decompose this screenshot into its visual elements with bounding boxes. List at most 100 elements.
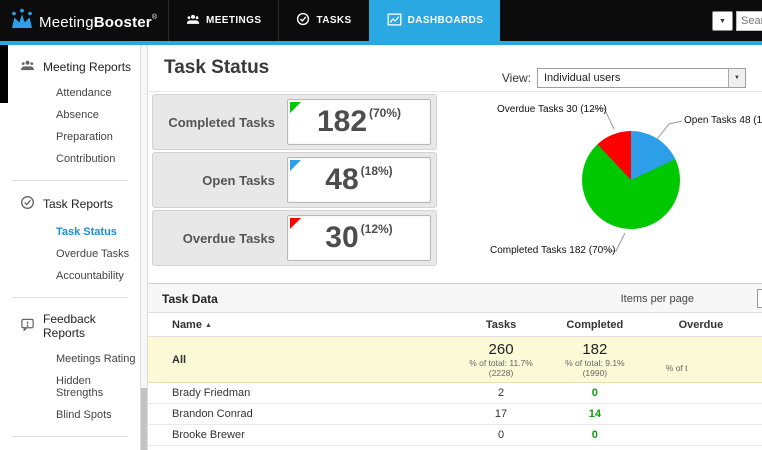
dropdown-arrow-icon: ▼ bbox=[719, 18, 726, 25]
people-icon bbox=[20, 59, 35, 74]
items-per-page-label: Items per page bbox=[621, 293, 694, 305]
tab-meetings-label: MEETINGS bbox=[206, 15, 261, 26]
stat-pct: (12%) bbox=[361, 222, 393, 236]
stat-value-box: 48 (18%) bbox=[287, 157, 431, 203]
page-header: Task Status View: Individual users ▼ bbox=[148, 45, 762, 92]
row-tasks: 17 bbox=[452, 408, 550, 420]
items-per-page-select[interactable] bbox=[757, 289, 762, 308]
crown-logo-icon bbox=[10, 8, 34, 37]
sidebar-section-feedback-reports: Feedback Reports bbox=[0, 312, 140, 340]
dropdown-arrow-icon: ▼ bbox=[728, 69, 745, 87]
view-label: View: bbox=[502, 71, 531, 85]
stat-value: 182 bbox=[317, 107, 367, 137]
stat-value-box: 30 (12%) bbox=[287, 215, 431, 261]
tab-tasks[interactable]: TASKS bbox=[278, 0, 368, 41]
sidebar-item-preparation[interactable]: Preparation bbox=[0, 126, 140, 148]
table-row[interactable]: Brady Friedman 2 0 bbox=[148, 383, 762, 404]
people-icon bbox=[186, 13, 200, 28]
total-completed-pct: % of total: 9.1% bbox=[550, 358, 640, 368]
total-overdue-pct: % of t bbox=[640, 363, 762, 373]
tab-meetings[interactable]: MEETINGS bbox=[168, 0, 278, 41]
task-data-header: Task Data Items per page bbox=[148, 283, 762, 313]
task-data-section: Task Data Items per page Name▲ Tasks Com… bbox=[148, 283, 762, 446]
stat-pct: (18%) bbox=[361, 164, 393, 178]
row-completed: 0 bbox=[550, 387, 640, 399]
tab-dashboards-label: DASHBOARDS bbox=[408, 15, 484, 26]
view-select[interactable]: Individual users ▼ bbox=[537, 68, 746, 88]
pie-label-completed: Completed Tasks 182 (70%) bbox=[490, 245, 615, 256]
nav-tabs: MEETINGS TASKS DASHBOARDS bbox=[168, 0, 500, 41]
pie-label-overdue: Overdue Tasks 30 (12%) bbox=[497, 104, 607, 115]
window-edge-strip bbox=[0, 45, 8, 103]
section-title: Feedback Reports bbox=[43, 312, 140, 340]
sidebar-item-accountability[interactable]: Accountability bbox=[0, 265, 140, 287]
total-tasks-value: 260 bbox=[452, 341, 550, 358]
pie-label-open: Open Tasks 48 (18%) bbox=[684, 115, 762, 126]
stat-card-overdue: Overdue Tasks 30 (12%) bbox=[152, 210, 437, 266]
total-overdue-cell: % of t bbox=[640, 346, 762, 373]
total-tasks-denominator: (2228) bbox=[452, 368, 550, 378]
column-header-tasks[interactable]: Tasks bbox=[452, 319, 550, 331]
search-input[interactable] bbox=[736, 11, 762, 31]
total-tasks-cell: 260 % of total: 11.7% (2228) bbox=[452, 341, 550, 379]
row-name: Brandon Conrad bbox=[148, 408, 452, 420]
total-overdue-value bbox=[640, 346, 762, 363]
check-circle-icon bbox=[20, 195, 35, 213]
row-completed: 14 bbox=[550, 408, 640, 420]
stat-card-completed: Completed Tasks 182 (70%) bbox=[152, 94, 437, 150]
total-completed-cell: 182 % of total: 9.1% (1990) bbox=[550, 341, 640, 379]
open-corner-flag-icon bbox=[290, 160, 301, 171]
view-select-value: Individual users bbox=[544, 72, 620, 84]
row-name: Brady Friedman bbox=[148, 387, 452, 399]
sidebar-item-absence[interactable]: Absence bbox=[0, 104, 140, 126]
overdue-corner-flag-icon bbox=[290, 218, 301, 229]
stat-label: Overdue Tasks bbox=[153, 231, 287, 246]
sidebar-item-task-status[interactable]: Task Status bbox=[0, 221, 140, 243]
view-selector-group: View: Individual users ▼ bbox=[502, 68, 746, 88]
sidebar-section-task-reports: Task Reports bbox=[0, 195, 140, 213]
stat-card-open: Open Tasks 48 (18%) bbox=[152, 152, 437, 208]
line-chart-icon bbox=[387, 13, 402, 29]
main-content: Task Status View: Individual users ▼ Com… bbox=[148, 45, 762, 450]
table-total-row[interactable]: All 260 % of total: 11.7% (2228) 182 % o… bbox=[148, 337, 762, 383]
stat-value: 30 bbox=[325, 223, 358, 253]
stat-value: 48 bbox=[325, 165, 358, 195]
check-circle-icon bbox=[296, 12, 310, 29]
column-header-name[interactable]: Name▲ bbox=[148, 319, 452, 331]
tab-tasks-label: TASKS bbox=[316, 15, 351, 26]
sidebar-item-blind-spots[interactable]: Blind Spots bbox=[0, 404, 140, 426]
total-tasks-pct: % of total: 11.7% bbox=[452, 358, 550, 368]
total-completed-value: 182 bbox=[550, 341, 640, 358]
meetingbooster-logo[interactable]: MeetingBooster® bbox=[10, 8, 157, 37]
sidebar-divider bbox=[12, 297, 128, 298]
sidebar-item-meetings-rating[interactable]: Meetings Rating bbox=[0, 348, 140, 370]
page-title: Task Status bbox=[164, 57, 269, 79]
sidebar-item-hidden-strengths[interactable]: Hidden Strengths bbox=[0, 370, 140, 404]
column-header-overdue[interactable]: Overdue bbox=[640, 319, 762, 331]
scrollbar-thumb[interactable] bbox=[141, 388, 147, 450]
stat-label: Completed Tasks bbox=[153, 115, 287, 130]
total-row-name: All bbox=[148, 354, 452, 366]
app-window: MeetingBooster® MEETINGS TASKS bbox=[0, 0, 762, 450]
column-header-completed[interactable]: Completed bbox=[550, 319, 640, 331]
tab-dashboards[interactable]: DASHBOARDS bbox=[369, 0, 501, 41]
row-tasks: 0 bbox=[452, 429, 550, 441]
table-header-row: Name▲ Tasks Completed Overdue bbox=[148, 313, 762, 337]
sidebar-divider bbox=[12, 180, 128, 181]
task-data-title: Task Data bbox=[162, 292, 218, 306]
total-completed-denominator: (1990) bbox=[550, 368, 640, 378]
sidebar-scrollbar[interactable] bbox=[140, 45, 148, 450]
sidebar-item-attendance[interactable]: Attendance bbox=[0, 82, 140, 104]
table-row[interactable]: Brandon Conrad 17 14 bbox=[148, 404, 762, 425]
sidebar-item-overdue-tasks[interactable]: Overdue Tasks bbox=[0, 243, 140, 265]
row-completed: 0 bbox=[550, 429, 640, 441]
sidebar-item-contribution[interactable]: Contribution bbox=[0, 148, 140, 170]
sort-asc-icon: ▲ bbox=[205, 322, 212, 329]
table-row[interactable]: Brooke Brewer 0 0 bbox=[148, 425, 762, 446]
sidebar-divider bbox=[12, 436, 128, 437]
stat-pct: (70%) bbox=[369, 106, 401, 120]
sidebar: Meeting Reports Attendance Absence Prepa… bbox=[0, 45, 140, 450]
feedback-bubble-icon bbox=[20, 317, 35, 335]
search-scope-dropdown-button[interactable]: ▼ bbox=[712, 11, 733, 31]
pie-chart[interactable] bbox=[582, 131, 680, 229]
